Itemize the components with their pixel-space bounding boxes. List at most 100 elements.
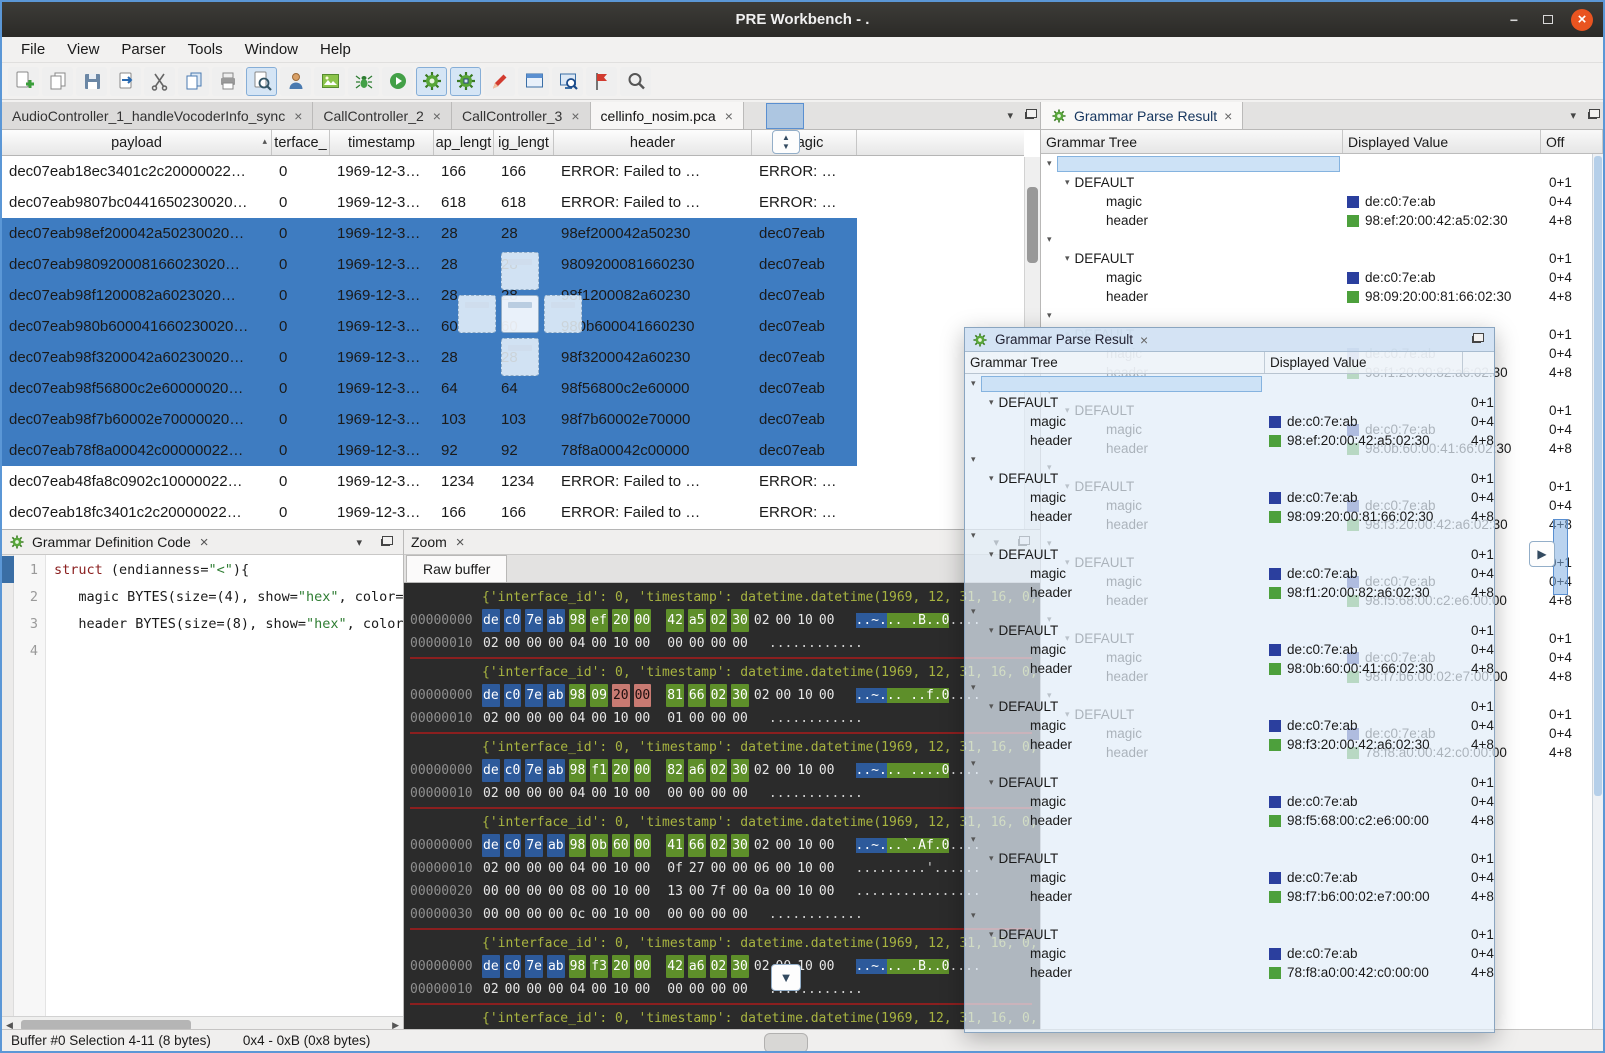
hex-byte[interactable]: 66 — [688, 834, 706, 857]
hex-byte[interactable]: 00 — [547, 782, 565, 805]
tree-row-default[interactable]: ▾DEFAULT0+1 — [965, 393, 1494, 412]
hex-byte[interactable]: 0b — [590, 834, 608, 857]
hex-byte[interactable]: 20 — [612, 955, 630, 978]
hex-byte[interactable]: 10 — [796, 857, 814, 880]
hex-byte[interactable]: 04 — [569, 857, 587, 880]
tree-row-packet[interactable]: ▾ — [965, 830, 1494, 849]
table-row[interactable]: dec07eab18fc3401c2c20000022…01969-12-3…1… — [2, 497, 857, 528]
hex-byte[interactable]: 00 — [818, 609, 836, 632]
tree-row-magic[interactable]: magicde:c0:7e:ab0+4 — [965, 640, 1494, 659]
hex-byte[interactable]: 98 — [569, 955, 587, 978]
hex-byte[interactable]: 00 — [818, 759, 836, 782]
hex-byte[interactable]: 00 — [688, 632, 706, 655]
tab-list-dropdown[interactable]: ▾ — [1001, 102, 1019, 129]
hex-byte[interactable]: 00 — [775, 834, 793, 857]
column-displayed-value[interactable]: Displayed Value — [1343, 130, 1541, 153]
hex-byte[interactable]: 00 — [731, 707, 749, 730]
open-file-icon[interactable] — [42, 67, 73, 96]
tree-row-packet[interactable]: ▾ — [965, 374, 1494, 393]
table-row[interactable]: dec07eab9807bc0441650230020…01969-12-3…6… — [2, 187, 857, 218]
hex-byte[interactable]: 27 — [688, 857, 706, 880]
hex-byte[interactable]: 00 — [634, 955, 652, 978]
tab-raw-buffer[interactable]: Raw buffer — [406, 555, 507, 582]
code-lines[interactable]: struct (endianness="<"){ magic BYTES(siz… — [46, 555, 403, 1016]
tree-row-packet[interactable]: ▾ — [1041, 230, 1603, 249]
tab-callcontroller-2[interactable]: CallController_2× — [313, 102, 452, 129]
menu-item-tools[interactable]: Tools — [177, 39, 234, 60]
hex-byte[interactable]: de — [482, 759, 500, 782]
tree-row-packet[interactable]: ▾ — [965, 602, 1494, 621]
hex-line[interactable]: 00000000dec07eab98f3200042a6023002001000… — [410, 955, 1040, 978]
hex-byte[interactable]: ef — [590, 609, 608, 632]
hex-line[interactable]: 00000000dec07eab980b60004166023002001000… — [410, 834, 1040, 857]
parse-all-icon[interactable] — [450, 67, 481, 96]
expand-arrow-icon[interactable]: ▾ — [989, 701, 994, 712]
hex-byte[interactable]: 02 — [482, 857, 500, 880]
hex-byte[interactable]: 10 — [612, 978, 630, 1001]
run-user-icon[interactable] — [280, 67, 311, 96]
hex-byte[interactable]: 00 — [818, 684, 836, 707]
expand-arrow-icon[interactable]: ▾ — [971, 606, 976, 617]
hex-byte[interactable]: 00 — [547, 880, 565, 903]
hex-byte[interactable]: 00 — [731, 978, 749, 1001]
tree-row-magic[interactable]: magicde:c0:7e:ab0+4 — [1041, 192, 1603, 211]
copy-icon[interactable] — [178, 67, 209, 96]
dock-indicator-tab[interactable]: ▲▼ — [772, 130, 800, 154]
hex-byte[interactable]: 00 — [666, 978, 684, 1001]
tree-row-packet[interactable]: ▾ — [965, 678, 1494, 697]
tree-row-magic[interactable]: magicde:c0:7e:ab0+4 — [965, 412, 1494, 431]
tab-cellinfo-nosim-pca[interactable]: cellinfo_nosim.pca× — [591, 102, 744, 129]
floating-grammar-window[interactable]: Grammar Parse Result × Grammar Tree Disp… — [964, 327, 1495, 1033]
hex-byte[interactable]: 00 — [504, 880, 522, 903]
hex-byte[interactable]: 04 — [569, 782, 587, 805]
column-grammar-tree[interactable]: Grammar Tree — [1041, 130, 1343, 153]
hex-byte[interactable]: 00 — [634, 684, 652, 707]
hex-byte[interactable]: 02 — [753, 609, 771, 632]
hex-byte[interactable]: 00 — [818, 834, 836, 857]
hex-byte[interactable]: 02 — [710, 759, 728, 782]
hex-byte[interactable]: 42 — [666, 955, 684, 978]
hex-byte[interactable]: 00 — [547, 903, 565, 926]
hex-byte[interactable]: 66 — [688, 684, 706, 707]
hex-byte[interactable]: 00 — [775, 880, 793, 903]
tree-row-default[interactable]: ▾DEFAULT0+1 — [1041, 249, 1603, 268]
hex-byte[interactable]: 00 — [525, 632, 543, 655]
dock-drop-right[interactable] — [544, 295, 582, 333]
hex-byte[interactable]: 00 — [525, 782, 543, 805]
dock-drop-center[interactable] — [501, 295, 539, 333]
hex-byte[interactable]: 00 — [525, 978, 543, 1001]
hex-byte[interactable]: 00 — [634, 903, 652, 926]
hex-byte[interactable]: 00 — [710, 857, 728, 880]
close-tab-icon[interactable]: × — [433, 108, 441, 124]
tree-row-header[interactable]: header98:ef:20:00:42:a5:02:304+8 — [1041, 211, 1603, 230]
expand-arrow-icon[interactable]: ▾ — [989, 397, 994, 408]
float-panel-button[interactable] — [375, 539, 396, 546]
hex-line[interactable]: 0000001002000000040010000f27000006001000… — [410, 857, 1040, 880]
close-tab-icon[interactable]: × — [725, 108, 733, 124]
tree-row-magic[interactable]: magicde:c0:7e:ab0+4 — [965, 488, 1494, 507]
hex-line[interactable]: 00000010020000000400100000000000........… — [410, 782, 1040, 805]
hex-byte[interactable]: ab — [547, 684, 565, 707]
hex-byte[interactable]: de — [482, 955, 500, 978]
hex-byte[interactable]: 0f — [666, 857, 684, 880]
float-tab-button[interactable] — [1019, 102, 1040, 129]
table-row[interactable]: dec07eab980b600041660230020…01969-12-3…6… — [2, 311, 857, 342]
hex-byte[interactable]: 00 — [504, 707, 522, 730]
hex-byte[interactable]: 10 — [796, 684, 814, 707]
hex-byte[interactable]: c0 — [504, 684, 522, 707]
hex-byte[interactable]: 30 — [731, 955, 749, 978]
hex-byte[interactable]: 00 — [688, 880, 706, 903]
hex-line[interactable]: 00000010020000000400100001000000........… — [410, 707, 1040, 730]
hex-view[interactable]: {'interface_id': 0, 'timestamp': datetim… — [404, 583, 1040, 1033]
window-icon[interactable] — [518, 67, 549, 96]
hex-byte[interactable]: 00 — [547, 632, 565, 655]
hex-line[interactable]: 00000010020000000400100000000000........… — [410, 632, 1040, 655]
hex-byte[interactable]: 00 — [666, 782, 684, 805]
panel-menu-dropdown[interactable]: ▾ — [1564, 102, 1582, 129]
hex-byte[interactable]: 20 — [612, 759, 630, 782]
close-button[interactable]: × — [1571, 9, 1593, 31]
expand-arrow-icon[interactable]: ▾ — [989, 549, 994, 560]
hex-byte[interactable]: 00 — [710, 707, 728, 730]
expand-arrow-icon[interactable]: ▾ — [1047, 234, 1052, 245]
table-row[interactable]: dec07eab98f1200082a6023020…01969-12-3…28… — [2, 280, 857, 311]
